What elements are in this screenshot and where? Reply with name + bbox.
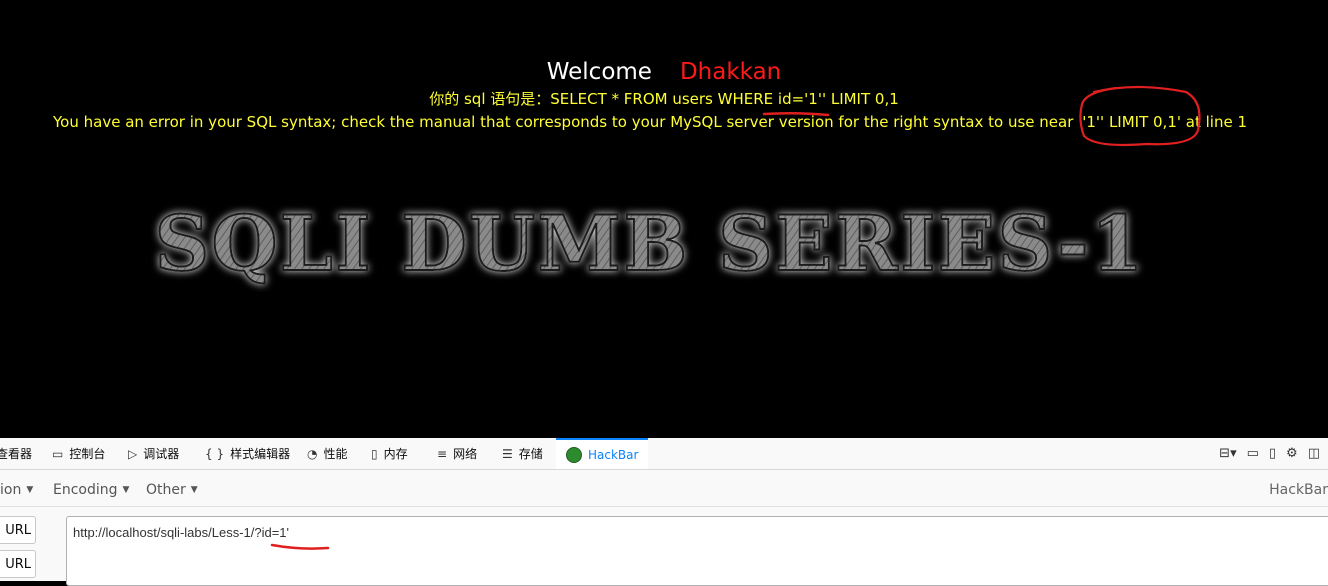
menu-label: Encoding: [53, 482, 118, 498]
username-text: Dhakkan: [679, 59, 782, 85]
page-content: Welcome Dhakkan 你的 sql 语句是：SELECT * FROM …: [0, 0, 1328, 438]
welcome-text: Welcome: [546, 59, 652, 85]
performance-icon: ◔: [307, 446, 318, 461]
load-url-button[interactable]: d URL: [0, 516, 36, 544]
settings-gear-icon[interactable]: ⚙: [1286, 446, 1298, 461]
storage-icon: ☰: [502, 446, 513, 461]
annotation-circle-error: [1079, 85, 1201, 147]
network-icon: ≡: [437, 446, 448, 461]
split-console-icon[interactable]: ▭: [1247, 446, 1259, 461]
url-input[interactable]: http://localhost/sqli-labs/Less-1/?id=1': [66, 516, 1328, 586]
devtools-tabbar: 查看器 ▭ 控制台 ▷ 调试器 { } 样式编辑器 ◔ 性能 ▯ 内存 ≡ 网络 ☰ 存储 H…: [0, 438, 1328, 470]
tab-memory[interactable]: ▯ 内存: [371, 438, 408, 469]
tab-network[interactable]: ≡ 网络: [437, 438, 477, 469]
style-editor-icon: { }: [205, 446, 225, 461]
tab-label: HackBar: [588, 447, 639, 462]
hackbar-brand: HackBar: [1269, 482, 1328, 498]
chevron-down-icon: ▼: [122, 485, 130, 495]
tab-console[interactable]: ▭ 控制台: [52, 438, 105, 469]
debugger-icon: ▷: [128, 446, 138, 461]
memory-icon: ▯: [371, 446, 378, 461]
banner-text: SQLI DUMB SERIES-1: [154, 199, 1145, 288]
chevron-down-icon: ▼: [190, 485, 198, 495]
tab-inspector[interactable]: 查看器: [0, 438, 32, 469]
console-icon: ▭: [52, 446, 64, 461]
sql-statement: SELECT * FROM users WHERE id='1'' LIMIT …: [550, 90, 899, 108]
split-url-button[interactable]: URL: [0, 550, 36, 578]
dock-layout-icon[interactable]: ⊟▾: [1219, 446, 1236, 461]
devtools-panel: 查看器 ▭ 控制台 ▷ 调试器 { } 样式编辑器 ◔ 性能 ▯ 内存 ≡ 网络 ☰ 存储 H…: [0, 438, 1328, 586]
tab-label: 存储: [518, 447, 543, 461]
menu-label: Other: [146, 482, 186, 498]
tab-hackbar[interactable]: HackBar: [556, 438, 649, 469]
url-value: http://localhost/sqli-labs/Less-1/?id=1': [73, 525, 290, 540]
chevron-down-icon: ▼: [26, 485, 34, 495]
tab-label: 样式编辑器: [230, 447, 291, 461]
menu-encoding[interactable]: Encoding ▼: [53, 474, 129, 506]
hackbar-toolbar: ion ▼ Encoding ▼ Other ▼ HackBar: [0, 474, 1328, 507]
tab-label: 内存: [383, 447, 408, 461]
annotation-underline-sql: [762, 111, 830, 117]
tab-performance[interactable]: ◔ 性能: [307, 438, 348, 469]
tab-debugger[interactable]: ▷ 调试器: [128, 438, 179, 469]
tab-style-editor[interactable]: { } 样式编辑器: [205, 438, 290, 469]
tab-label: 网络: [453, 447, 478, 461]
hackbar-icon: [566, 446, 582, 463]
annotation-underline-url: [270, 543, 330, 550]
separate-window-icon[interactable]: ◫: [1308, 446, 1320, 461]
tab-label: 控制台: [69, 447, 106, 461]
menu-other[interactable]: Other ▼: [146, 474, 198, 506]
devtools-right-controls: ⊟▾ ▭ ▯ ⚙ ◫: [1219, 438, 1328, 469]
responsive-design-icon[interactable]: ▯: [1269, 446, 1276, 461]
menu-encryption[interactable]: ion ▼: [0, 474, 33, 506]
sql-prefix: 你的 sql 语句是：: [429, 90, 551, 108]
tab-label: 性能: [323, 447, 348, 461]
menu-label: ion: [0, 482, 22, 498]
sqli-banner: SQLI DUMB SERIES-1: [150, 192, 1150, 292]
tab-label: 调试器: [143, 447, 180, 461]
tab-storage[interactable]: ☰ 存储: [502, 438, 543, 469]
tab-label: 查看器: [0, 447, 33, 461]
